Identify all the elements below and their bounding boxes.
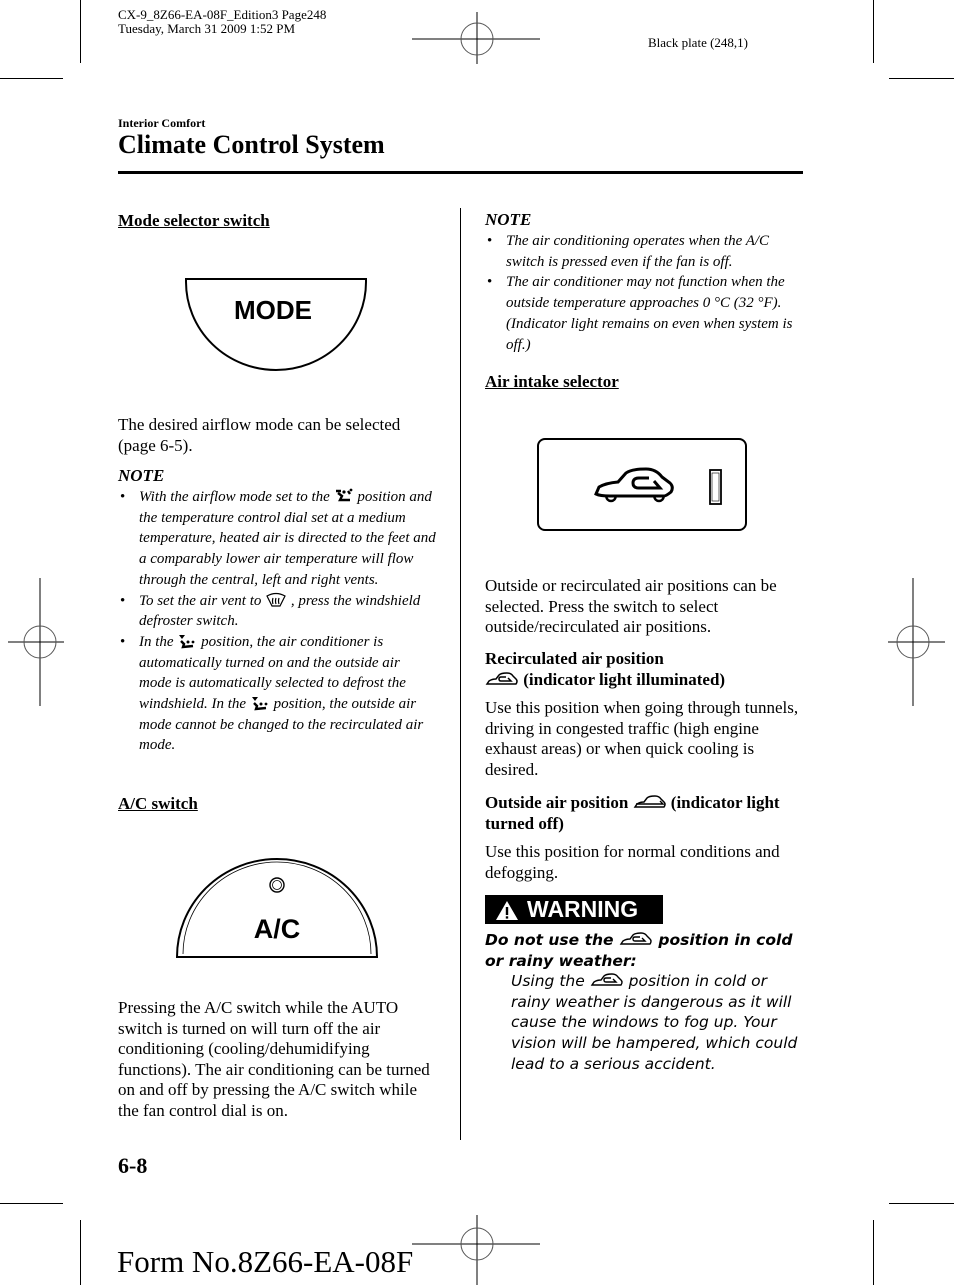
title-rule — [118, 171, 803, 174]
crop-mark — [873, 0, 874, 63]
floor-defrost-icon — [179, 634, 195, 649]
recirculated-air-icon — [590, 973, 623, 986]
section-label: Interior Comfort — [118, 116, 206, 130]
ac-switch-illustration: A/C — [175, 858, 379, 958]
page-title: Climate Control System — [118, 130, 385, 159]
outside-air-heading: Outside air position (indicator light tu… — [485, 793, 780, 833]
ac-button-label: A/C — [254, 914, 301, 944]
print-date-line: Tuesday, March 31 2009 1:52 PM — [118, 21, 296, 36]
recirculated-air-icon — [619, 932, 652, 945]
registration-mark-top — [412, 12, 540, 64]
note-title: NOTE — [118, 466, 165, 485]
crop-mark — [0, 78, 63, 79]
recirculated-air-body: Use this position when going through tun… — [485, 698, 799, 779]
print-job-info: CX-9_8Z66-EA-08F_Edition3 Page248 Tuesda… — [118, 8, 326, 36]
plate-label: Black plate (248,1) — [648, 35, 748, 50]
column-divider — [460, 208, 461, 1140]
note-item: To set the air vent to , press the winds… — [118, 591, 436, 632]
outside-air-body: Use this position for normal conditions … — [485, 842, 780, 882]
ac-switch-heading: A/C switch — [118, 794, 198, 813]
air-intake-heading: Air intake selector — [485, 372, 619, 391]
note-title: NOTE — [485, 210, 532, 229]
mode-selector-heading: Mode selector switch — [118, 211, 270, 230]
crop-mark — [873, 1220, 874, 1285]
warning-lead: Do not use the position in cold or rainy… — [485, 931, 793, 970]
crop-mark — [889, 78, 954, 79]
floor-defrost-icon — [251, 697, 268, 711]
crop-mark — [80, 1220, 81, 1285]
note-item: The air conditioning operates when the A… — [485, 231, 805, 272]
air-intake-switch-illustration — [537, 438, 747, 531]
page-number: 6-8 — [118, 1153, 148, 1178]
recirculated-air-heading: Recirculated air position (indicator lig… — [485, 649, 726, 689]
floor-vent-icon — [335, 488, 352, 502]
mode-switch-illustration: MODE — [185, 278, 367, 371]
left-note: NOTE With the airflow mode set to the po… — [118, 466, 436, 756]
right-note: NOTE The air conditioning operates when … — [485, 210, 805, 355]
recirculated-air-icon — [485, 671, 518, 685]
note-item: The air conditioner may not function whe… — [485, 272, 805, 355]
note-item: In the position, the air conditioner is … — [118, 632, 436, 756]
note-list: The air conditioning operates when the A… — [485, 231, 805, 355]
outside-air-icon — [633, 795, 666, 808]
note-list: With the airflow mode set to the positio… — [118, 487, 436, 756]
crop-mark — [80, 0, 81, 63]
print-job-line: CX-9_8Z66-EA-08F_Edition3 Page248 — [118, 7, 327, 22]
form-number: Form No.8Z66-EA-08F — [117, 1244, 414, 1279]
defroster-icon — [266, 592, 286, 607]
registration-mark-bottom — [412, 1215, 540, 1285]
indicator-light-icon — [709, 469, 722, 505]
crop-mark — [0, 1203, 63, 1204]
mode-button-label: MODE — [234, 295, 312, 325]
warning-label: WARNING — [527, 896, 639, 922]
warning-triangle-icon — [496, 900, 518, 920]
mode-body: The desired airflow mode can be selected… — [118, 415, 401, 455]
warning-badge: WARNING — [485, 895, 663, 924]
warning-detail: Using the position in cold or rainy weat… — [511, 972, 798, 1073]
registration-mark-right — [888, 578, 945, 706]
air-intake-body: Outside or recirculated air positions ca… — [485, 576, 777, 637]
note-item: With the airflow mode set to the positio… — [118, 487, 436, 591]
crop-mark — [889, 1203, 954, 1204]
ac-body: Pressing the A/C switch while the AUTO s… — [118, 998, 430, 1120]
registration-mark-left — [8, 578, 64, 706]
